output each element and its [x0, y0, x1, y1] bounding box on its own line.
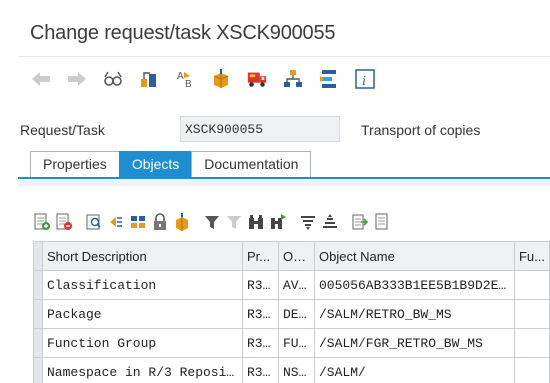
cell-object-name: 005056AB333B1EE5B1B9D2E7... [313, 270, 515, 300]
table-row[interactable]: Classification R3TR AVAS 005056AB333B1EE… [33, 270, 550, 300]
select-all-icon[interactable] [129, 212, 147, 232]
cell-function [513, 357, 550, 383]
back-arrow-icon[interactable] [30, 68, 52, 90]
cell-function [513, 299, 550, 329]
delete-row-icon[interactable] [55, 212, 73, 232]
window-title: Change request/task XSCK900055 [30, 22, 336, 44]
filter-icon[interactable] [203, 212, 221, 232]
print-preview-icon[interactable] [373, 212, 391, 232]
binoculars-icon[interactable] [247, 212, 265, 232]
column-header-short-description[interactable]: Short Description [41, 241, 243, 271]
main-toolbar: AB i [30, 66, 390, 92]
cell-object-name: /SALM/FGR_RETRO_BW_MS [313, 328, 515, 358]
cell-short-description: Package [41, 299, 243, 329]
lock-icon[interactable] [151, 212, 169, 232]
request-description: Transport of copies [361, 122, 481, 138]
tab-properties[interactable]: Properties [30, 151, 120, 177]
cell-short-description: Classification [41, 270, 243, 300]
expand-icon[interactable] [107, 212, 125, 232]
tree-structure-icon[interactable] [282, 68, 304, 90]
row-selector[interactable] [33, 328, 43, 358]
table-row[interactable]: Function Group R3TR FUGR /SALM/FGR_RETRO… [33, 328, 550, 358]
package-icon[interactable] [210, 68, 232, 90]
filter-disabled-icon[interactable] [225, 212, 243, 232]
forward-arrow-icon[interactable] [66, 68, 88, 90]
title-divider [18, 56, 550, 57]
insert-row-icon[interactable] [33, 212, 51, 232]
text-ab-icon[interactable]: AB [174, 68, 196, 90]
sort-descending-icon[interactable] [321, 212, 339, 232]
tab-divider [18, 177, 550, 179]
request-task-label: Request/Task [20, 122, 105, 138]
cell-program-id: R3TR [241, 270, 279, 300]
row-selector[interactable] [33, 357, 43, 383]
cell-short-description: Namespace in R/3 Reposit... [41, 357, 243, 383]
row-selector[interactable] [33, 299, 43, 329]
cell-program-id: R3TR [241, 299, 279, 329]
grid-toolbar [33, 210, 395, 234]
column-header-function[interactable]: Fu... [513, 241, 550, 271]
cell-short-description: Function Group [41, 328, 243, 358]
objects-table: Short Description Pr... Ob... Object Nam… [33, 241, 550, 383]
transport-truck-icon[interactable] [246, 68, 268, 90]
tab-documentation[interactable]: Documentation [191, 151, 312, 177]
cell-object-type: NSPC [277, 357, 315, 383]
table-row[interactable]: Package R3TR DEVC /SALM/RETRO_BW_MS [33, 299, 550, 329]
sorted-list-icon[interactable] [318, 68, 340, 90]
request-task-field[interactable]: XSCK900055 [180, 116, 340, 142]
cell-object-type: AVAS [277, 270, 315, 300]
cell-object-name: /SALM/RETRO_BW_MS [313, 299, 515, 329]
cell-function [513, 328, 550, 358]
svg-text:B: B [185, 79, 192, 90]
tab-objects[interactable]: Objects [118, 151, 193, 177]
column-header-object-name[interactable]: Object Name [313, 241, 515, 271]
cell-object-name: /SALM/ [313, 357, 515, 383]
export-icon[interactable] [351, 212, 369, 232]
details-icon[interactable] [85, 212, 103, 232]
cell-object-type: DEVC [277, 299, 315, 329]
cell-program-id: R3TR [241, 357, 279, 383]
package-small-icon[interactable] [173, 212, 191, 232]
find-next-icon[interactable] [269, 212, 287, 232]
cell-object-type: FUGR [277, 328, 315, 358]
object-hierarchy-icon[interactable] [138, 68, 160, 90]
svg-text:i: i [362, 74, 366, 89]
table-row[interactable]: Namespace in R/3 Reposit... R3TR NSPC /S… [33, 357, 550, 383]
sort-ascending-icon[interactable] [299, 212, 317, 232]
tab-strip: Properties Objects Documentation [30, 151, 312, 177]
cell-program-id: R3TR [241, 328, 279, 358]
cell-function [513, 270, 550, 300]
select-all-cell[interactable] [33, 241, 43, 271]
glasses-icon[interactable] [102, 68, 124, 90]
table-header-row: Short Description Pr... Ob... Object Nam… [33, 241, 550, 271]
tab-shadow [18, 180, 550, 186]
column-header-program-id[interactable]: Pr... [241, 241, 279, 271]
row-selector[interactable] [33, 270, 43, 300]
svg-text:A: A [177, 71, 184, 82]
info-icon[interactable]: i [354, 68, 376, 90]
column-header-object-type[interactable]: Ob... [277, 241, 315, 271]
